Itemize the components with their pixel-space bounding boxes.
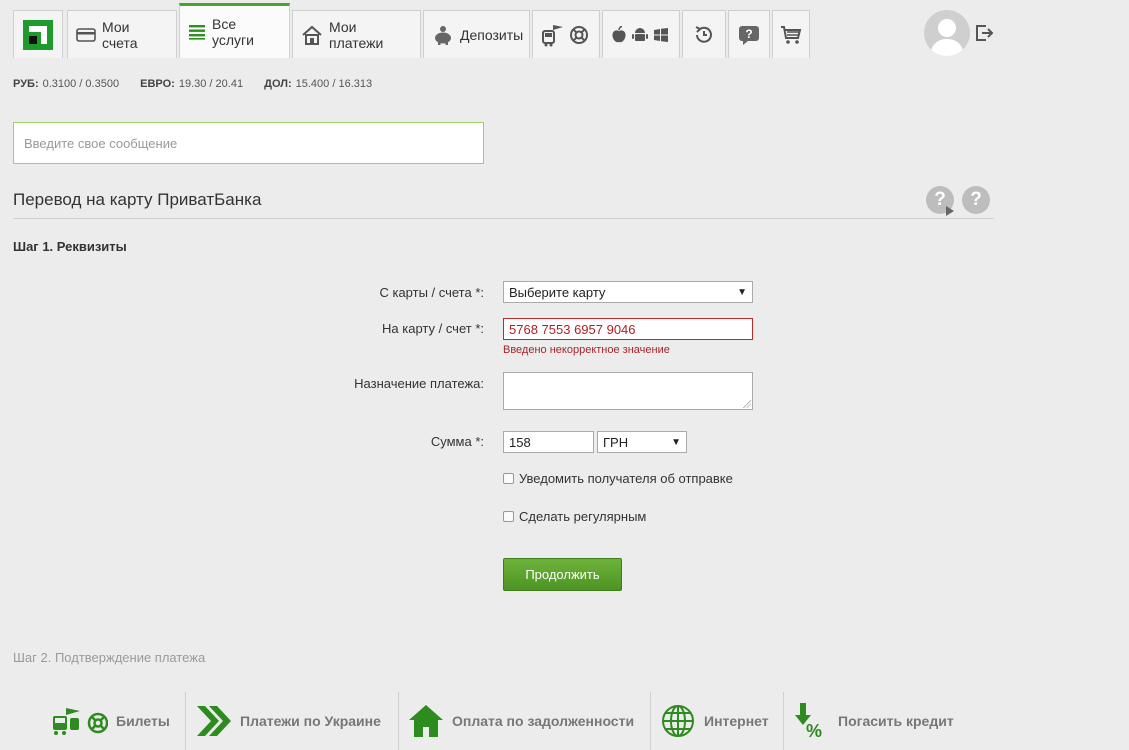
divider	[398, 692, 399, 750]
quick-services-bar: Билеты Платежи по Украине Оплата по задо…	[0, 692, 1129, 750]
rate-code: РУБ:	[13, 78, 39, 90]
rate-value: 0.3100 / 0.3500	[42, 78, 120, 90]
tab-all-services[interactable]: Все услуги	[179, 3, 290, 58]
train-plane-icon	[542, 24, 563, 46]
tab-label: Мои счета	[102, 18, 138, 51]
quick-link-label: Оплата по задолженности	[452, 713, 635, 729]
divider	[13, 218, 994, 219]
notify-recipient-row: Уведомить получателя об отправке	[503, 471, 753, 486]
windows-icon	[654, 27, 668, 42]
amount-value: 158	[509, 434, 531, 450]
step-1-heading: Шаг 1. Реквизиты	[13, 239, 127, 254]
from-card-value: Выберите карту	[509, 284, 606, 300]
quick-link-tickets[interactable]: Билеты	[52, 692, 170, 750]
message-input[interactable]	[13, 122, 484, 164]
tab-my-payments[interactable]: Мои платежи	[292, 10, 421, 58]
tab-my-accounts[interactable]: Мои счета	[67, 10, 177, 58]
home-logo-tab[interactable]	[13, 10, 63, 58]
amount-label: Сумма *:	[430, 434, 484, 449]
from-card-select[interactable]: Выберите карту ▼	[503, 281, 753, 303]
chat-question-icon: ?	[739, 25, 759, 45]
regular-payment-label[interactable]: Сделать регулярным	[519, 509, 646, 524]
quick-link-debt-payment[interactable]: Оплата по задолженности	[408, 692, 634, 750]
notify-recipient-label[interactable]: Уведомить получателя об отправке	[519, 471, 733, 486]
double-chevron-icon	[197, 706, 231, 736]
quick-link-ukraine-payments[interactable]: Платежи по Украине	[196, 692, 381, 750]
divider	[185, 692, 186, 750]
android-icon	[632, 27, 648, 41]
credit-percent-icon: %	[795, 703, 822, 741]
house-icon	[302, 25, 322, 45]
apple-icon	[612, 25, 626, 42]
currency-value: ГРН	[603, 434, 629, 450]
tab-mobile-apps[interactable]	[602, 10, 680, 58]
quick-link-label: Платежи по Украине	[240, 713, 381, 729]
tab-history[interactable]	[682, 10, 726, 58]
rate-value: 19.30 / 20.41	[178, 78, 244, 90]
tab-label: Мои платежи	[329, 18, 384, 51]
dropdown-arrow-icon: ▼	[737, 286, 747, 298]
to-card-error: Введено некорректное значение	[503, 344, 670, 356]
privatbank-logo	[23, 20, 53, 50]
divider	[783, 692, 784, 750]
rate-value: 15.400 / 16.313	[295, 78, 373, 90]
tab-tickets[interactable]	[532, 10, 600, 58]
currency-select[interactable]: ГРН ▼	[597, 431, 687, 453]
quick-link-label: Интернет	[704, 713, 769, 729]
tickets-icon	[53, 708, 108, 735]
svg-text:%: %	[806, 721, 822, 741]
quick-link-label: Билеты	[116, 713, 170, 729]
piggy-bank-icon	[435, 25, 451, 45]
purpose-label: Назначение платежа:	[354, 376, 484, 391]
list-icon	[189, 25, 205, 40]
resize-handle[interactable]	[743, 400, 751, 408]
quick-link-label: Погасить кредит	[838, 713, 954, 729]
notify-recipient-checkbox[interactable]	[503, 473, 514, 484]
step-2-heading: Шаг 2. Подтверждение платежа	[13, 650, 206, 665]
help-button[interactable]: ?	[962, 186, 990, 214]
tab-cart[interactable]	[772, 10, 810, 58]
to-card-value: 5768 7553 6957 9046	[509, 321, 636, 337]
tab-label: Депозиты	[460, 26, 524, 43]
quick-link-repay-credit[interactable]: % Погасить кредит	[794, 692, 954, 750]
exchange-rates: РУБ: 0.3100 / 0.3500 ЕВРО: 19.30 / 20.41 Д…	[13, 78, 390, 90]
globe-icon	[662, 705, 694, 737]
quick-link-internet[interactable]: Интернет	[660, 692, 769, 750]
logout-icon[interactable]	[974, 23, 994, 43]
tab-label: Все услуги	[212, 16, 254, 48]
rate-code: ДОЛ:	[264, 78, 292, 90]
regular-payment-checkbox[interactable]	[503, 511, 514, 522]
user-area	[924, 10, 996, 56]
from-card-label: С карты / счета *:	[379, 285, 484, 300]
purpose-textarea[interactable]	[503, 372, 753, 410]
continue-button[interactable]: Продолжить	[503, 558, 622, 591]
page-title: Перевод на карту ПриватБанка	[13, 190, 262, 209]
history-icon	[695, 25, 712, 43]
tab-help-chat[interactable]: ?	[728, 10, 770, 58]
to-card-input[interactable]: 5768 7553 6957 9046	[503, 318, 753, 340]
cart-icon	[781, 25, 802, 44]
svg-text:?: ?	[745, 27, 752, 41]
top-navigation: Мои счета Все услуги Мои платежи Депозит…	[0, 0, 1129, 62]
play-icon	[946, 206, 954, 216]
lifebuoy-icon	[570, 25, 588, 44]
home-green-icon	[409, 705, 443, 737]
rate-code: ЕВРО:	[140, 78, 175, 90]
amount-input[interactable]: 158	[503, 431, 594, 453]
to-card-label: На карту / счет *:	[382, 321, 484, 336]
card-icon	[76, 27, 96, 42]
avatar[interactable]	[924, 10, 970, 56]
divider	[650, 692, 651, 750]
tab-deposits[interactable]: Депозиты	[423, 10, 530, 58]
regular-payment-row: Сделать регулярным	[503, 509, 646, 524]
dropdown-arrow-icon: ▼	[671, 436, 681, 448]
